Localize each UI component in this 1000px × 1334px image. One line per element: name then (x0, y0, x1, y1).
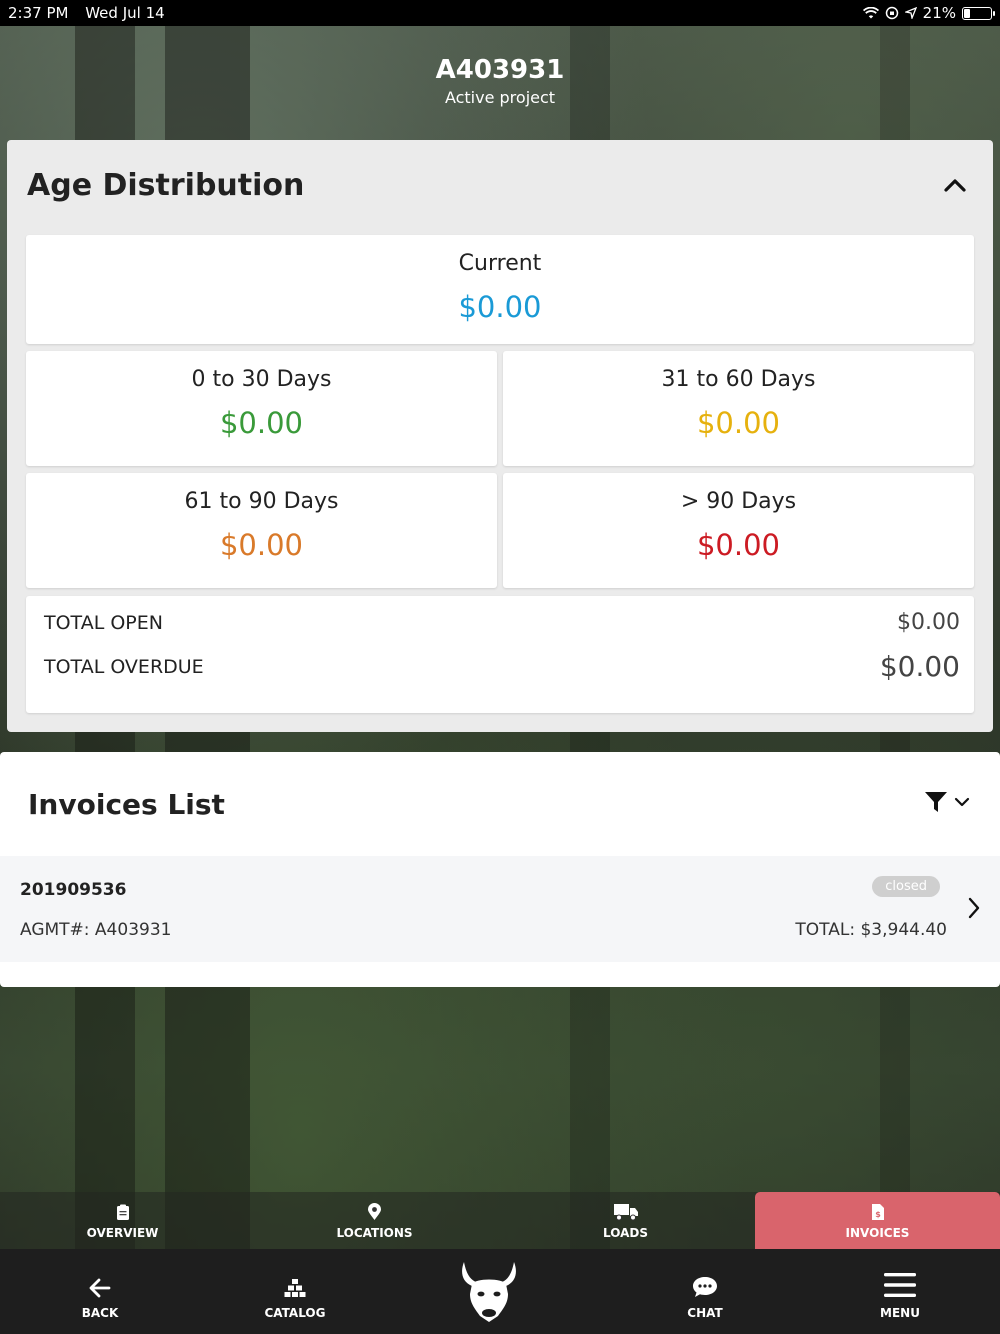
yak-logo-icon[interactable] (458, 1258, 520, 1324)
filter-icon (925, 792, 947, 812)
total-overdue-row: TOTAL OVERDUE $0.00 (44, 650, 960, 683)
age-card-label: > 90 Days (680, 489, 797, 514)
tab-loads[interactable]: LOADS (503, 1192, 748, 1249)
truck-icon (613, 1204, 638, 1221)
status-bar: 2:37 PM Wed Jul 14 21% (0, 0, 1000, 26)
age-card-amount: $0.00 (219, 528, 304, 562)
total-open-row: TOTAL OPEN $0.00 (44, 610, 960, 635)
chat-label: CHAT (687, 1306, 723, 1320)
location-arrow-icon (904, 7, 917, 19)
orientation-lock-icon (885, 6, 898, 20)
chevron-up-icon[interactable] (941, 174, 969, 198)
age-card-over-90: > 90 Days $0.00 (503, 473, 974, 588)
chat-button[interactable]: CHAT (645, 1249, 765, 1334)
status-time: 2:37 PM (8, 4, 69, 22)
age-card-amount: $0.00 (458, 290, 542, 324)
total-open-label: TOTAL OPEN (44, 611, 163, 634)
invoice-icon: $ (871, 1204, 884, 1220)
age-distribution-panel: Age Distribution Current $0.00 0 to 30 D… (7, 140, 993, 732)
filter-button[interactable] (924, 790, 970, 814)
battery-icon (962, 6, 995, 20)
age-card-amount: $0.00 (696, 406, 781, 440)
invoice-total: TOTAL: $3,944.40 (795, 920, 947, 940)
menu-label: MENU (880, 1306, 920, 1320)
wifi-icon (862, 7, 879, 19)
age-card-label: Current (458, 251, 542, 276)
section-tab-bar: OVERVIEW LOCATIONS LOADS $ INVOICES (0, 1192, 1000, 1249)
menu-button[interactable]: MENU (840, 1249, 960, 1334)
back-label: BACK (81, 1306, 119, 1320)
age-distribution-title: Age Distribution (27, 168, 305, 203)
battery-percent: 21% (922, 4, 956, 22)
map-pin-icon (368, 1203, 381, 1220)
age-card-current: Current $0.00 (26, 235, 974, 344)
totals-card: TOTAL OPEN $0.00 TOTAL OVERDUE $0.00 (26, 596, 974, 713)
invoice-agreement: AGMT#: A403931 (20, 920, 172, 940)
tab-label: LOCATIONS (336, 1226, 413, 1240)
back-button[interactable]: BACK (40, 1249, 160, 1334)
chevron-down-icon (954, 797, 970, 807)
hamburger-menu-icon (884, 1273, 916, 1297)
status-badge: closed (872, 876, 940, 897)
total-overdue-label: TOTAL OVERDUE (44, 655, 204, 678)
total-overdue-value: $0.00 (879, 650, 960, 683)
age-card-label: 31 to 60 Days (661, 367, 816, 392)
age-card-61-90: 61 to 90 Days $0.00 (26, 473, 497, 588)
invoices-panel: Invoices List 201909536 AGMT#: A403931 c… (0, 752, 1000, 987)
catalog-icon (284, 1279, 306, 1297)
catalog-button[interactable]: CATALOG (235, 1249, 355, 1334)
tab-overview[interactable]: OVERVIEW (0, 1192, 245, 1249)
tab-locations[interactable]: LOCATIONS (252, 1192, 497, 1249)
age-card-31-60: 31 to 60 Days $0.00 (503, 351, 974, 466)
catalog-label: CATALOG (264, 1306, 326, 1320)
age-card-0-30: 0 to 30 Days $0.00 (26, 351, 497, 466)
invoice-list-item[interactable]: 201909536 AGMT#: A403931 closed TOTAL: $… (0, 856, 1000, 962)
tab-label: OVERVIEW (86, 1226, 159, 1240)
chat-bubble-icon (693, 1277, 717, 1297)
status-date: Wed Jul 14 (85, 4, 165, 22)
chevron-right-icon[interactable] (966, 896, 982, 920)
tab-label: LOADS (603, 1226, 648, 1240)
total-open-value: $0.00 (897, 610, 960, 635)
age-card-amount: $0.00 (219, 406, 304, 440)
tab-invoices[interactable]: $ INVOICES (755, 1192, 1000, 1249)
age-card-amount: $0.00 (696, 528, 781, 562)
tab-label: INVOICES (845, 1226, 910, 1240)
arrow-left-icon (89, 1278, 111, 1298)
invoice-number: 201909536 (20, 880, 127, 900)
age-card-label: 61 to 90 Days (184, 489, 339, 514)
invoices-title: Invoices List (28, 788, 225, 821)
clipboard-icon (116, 1204, 129, 1220)
svg-text:$: $ (875, 1210, 881, 1219)
age-card-label: 0 to 30 Days (191, 367, 332, 392)
project-id: A403931 (435, 55, 565, 85)
project-status: Active project (444, 88, 556, 107)
